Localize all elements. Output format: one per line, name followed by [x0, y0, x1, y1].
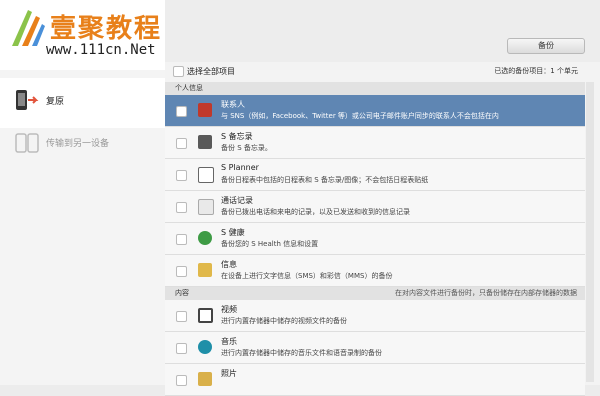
item-checkbox[interactable]	[176, 311, 187, 322]
item-description: 进行内置存储器中储存的音乐文件和语音录制的备份	[221, 349, 382, 357]
item-title: 照片	[221, 369, 237, 378]
backup-item-photos[interactable]: 照片	[165, 364, 585, 396]
item-description: 备份 S 备忘录。	[221, 144, 272, 152]
restore-phone-icon	[16, 90, 39, 110]
item-title: S 备忘录	[221, 132, 253, 141]
item-description: 备份日程表中包括的日程表和 S 备忘录/图像；不会包括日程表贴纸	[221, 176, 429, 184]
item-description: 进行内置存储器中储存的视频文件的备份	[221, 317, 347, 325]
item-checkbox[interactable]	[176, 106, 187, 117]
item-title: 视频	[221, 305, 237, 314]
select-all-checkbox[interactable]	[173, 66, 184, 77]
item-description: 在设备上进行文字信息（SMS）和彩信（MMS）的备份	[221, 272, 393, 280]
item-description: 备份已拨出电话和来电的记录，以及已发送和收到的信息记录	[221, 208, 410, 216]
backup-button[interactable]: 备份	[507, 38, 585, 54]
item-checkbox[interactable]	[176, 202, 187, 213]
logo-mark-icon	[12, 10, 45, 46]
item-checkbox[interactable]	[176, 343, 187, 354]
item-checkbox[interactable]	[176, 375, 187, 386]
video-icon	[198, 308, 213, 323]
contacts-icon	[198, 103, 212, 117]
item-checkbox[interactable]	[176, 138, 187, 149]
backup-item-messages[interactable]: 信息 在设备上进行文字信息（SMS）和彩信（MMS）的备份	[165, 255, 585, 287]
scrollbar[interactable]	[586, 82, 594, 382]
item-title: 联系人	[221, 100, 245, 109]
item-title: 音乐	[221, 337, 237, 346]
item-title: 信息	[221, 260, 237, 269]
logo-title: 壹聚教程	[50, 14, 163, 44]
backup-item-s-memo[interactable]: S 备忘录 备份 S 备忘录。	[165, 127, 585, 159]
item-checkbox[interactable]	[176, 266, 187, 277]
item-title: S Planner	[221, 163, 259, 172]
sidebar-item-transfer[interactable]: 传输到另一设备	[0, 120, 165, 170]
backup-item-call-log[interactable]: 通话记录 备份已拨出电话和来电的记录，以及已发送和收到的信息记录	[165, 191, 585, 223]
top-bar: 备份	[165, 0, 600, 62]
backup-item-music[interactable]: 音乐 进行内置存储器中储存的音乐文件和语音录制的备份	[165, 332, 585, 364]
select-all-label: 选择全部项目	[187, 67, 235, 76]
watermark-logo: 壹聚教程 www.111cn.Net	[0, 0, 165, 70]
backup-item-contacts[interactable]: 联系人 与 SNS（例如，Facebook、Twitter 等）或公司电子邮件账…	[165, 95, 585, 127]
main-panel: 备份 选择全部项目 已选的备份项目：1 个单元 个人信息 联系人 与 SNS（例…	[165, 0, 600, 396]
photos-icon	[198, 372, 212, 386]
backup-item-s-health[interactable]: S 健康 备份您的 S Health 信息和设置	[165, 223, 585, 255]
item-title: 通话记录	[221, 196, 253, 205]
item-checkbox[interactable]	[176, 170, 187, 181]
messages-icon	[198, 263, 212, 277]
sidebar-item-label: 复原	[46, 97, 65, 107]
music-icon	[198, 340, 212, 354]
item-checkbox[interactable]	[176, 234, 187, 245]
sidebar: 壹聚教程 www.111cn.Net 复原 传输到另一设备	[0, 0, 165, 385]
item-title: S 健康	[221, 228, 245, 237]
section-note: 在对内容文件进行备份时，只备份储存在内部存储器的数据	[395, 289, 577, 297]
s-health-icon	[198, 231, 212, 245]
section-header-personal: 个人信息	[165, 82, 585, 95]
backup-item-list: 个人信息 联系人 与 SNS（例如，Facebook、Twitter 等）或公司…	[165, 82, 585, 396]
backup-item-s-planner[interactable]: S Planner 备份日程表中包括的日程表和 S 备忘录/图像；不会包括日程表…	[165, 159, 585, 191]
s-memo-icon	[198, 135, 212, 149]
transfer-device-icon	[15, 133, 39, 153]
selected-count: 已选的备份项目：1 个单元	[494, 67, 578, 75]
item-description: 与 SNS（例如，Facebook、Twitter 等）或公司电子邮件账户同步的…	[221, 112, 499, 120]
logo-url: www.111cn.Net	[46, 42, 156, 58]
section-title: 个人信息	[175, 84, 203, 92]
backup-item-video[interactable]: 视频 进行内置存储器中储存的视频文件的备份	[165, 300, 585, 332]
section-header-content: 内容 在对内容文件进行备份时，只备份储存在内部存储器的数据	[165, 287, 585, 300]
call-log-icon	[198, 199, 214, 215]
sidebar-item-label: 传输到另一设备	[46, 139, 110, 149]
section-title: 内容	[175, 289, 189, 297]
item-description: 备份您的 S Health 信息和设置	[221, 240, 319, 248]
calendar-icon	[198, 167, 214, 183]
